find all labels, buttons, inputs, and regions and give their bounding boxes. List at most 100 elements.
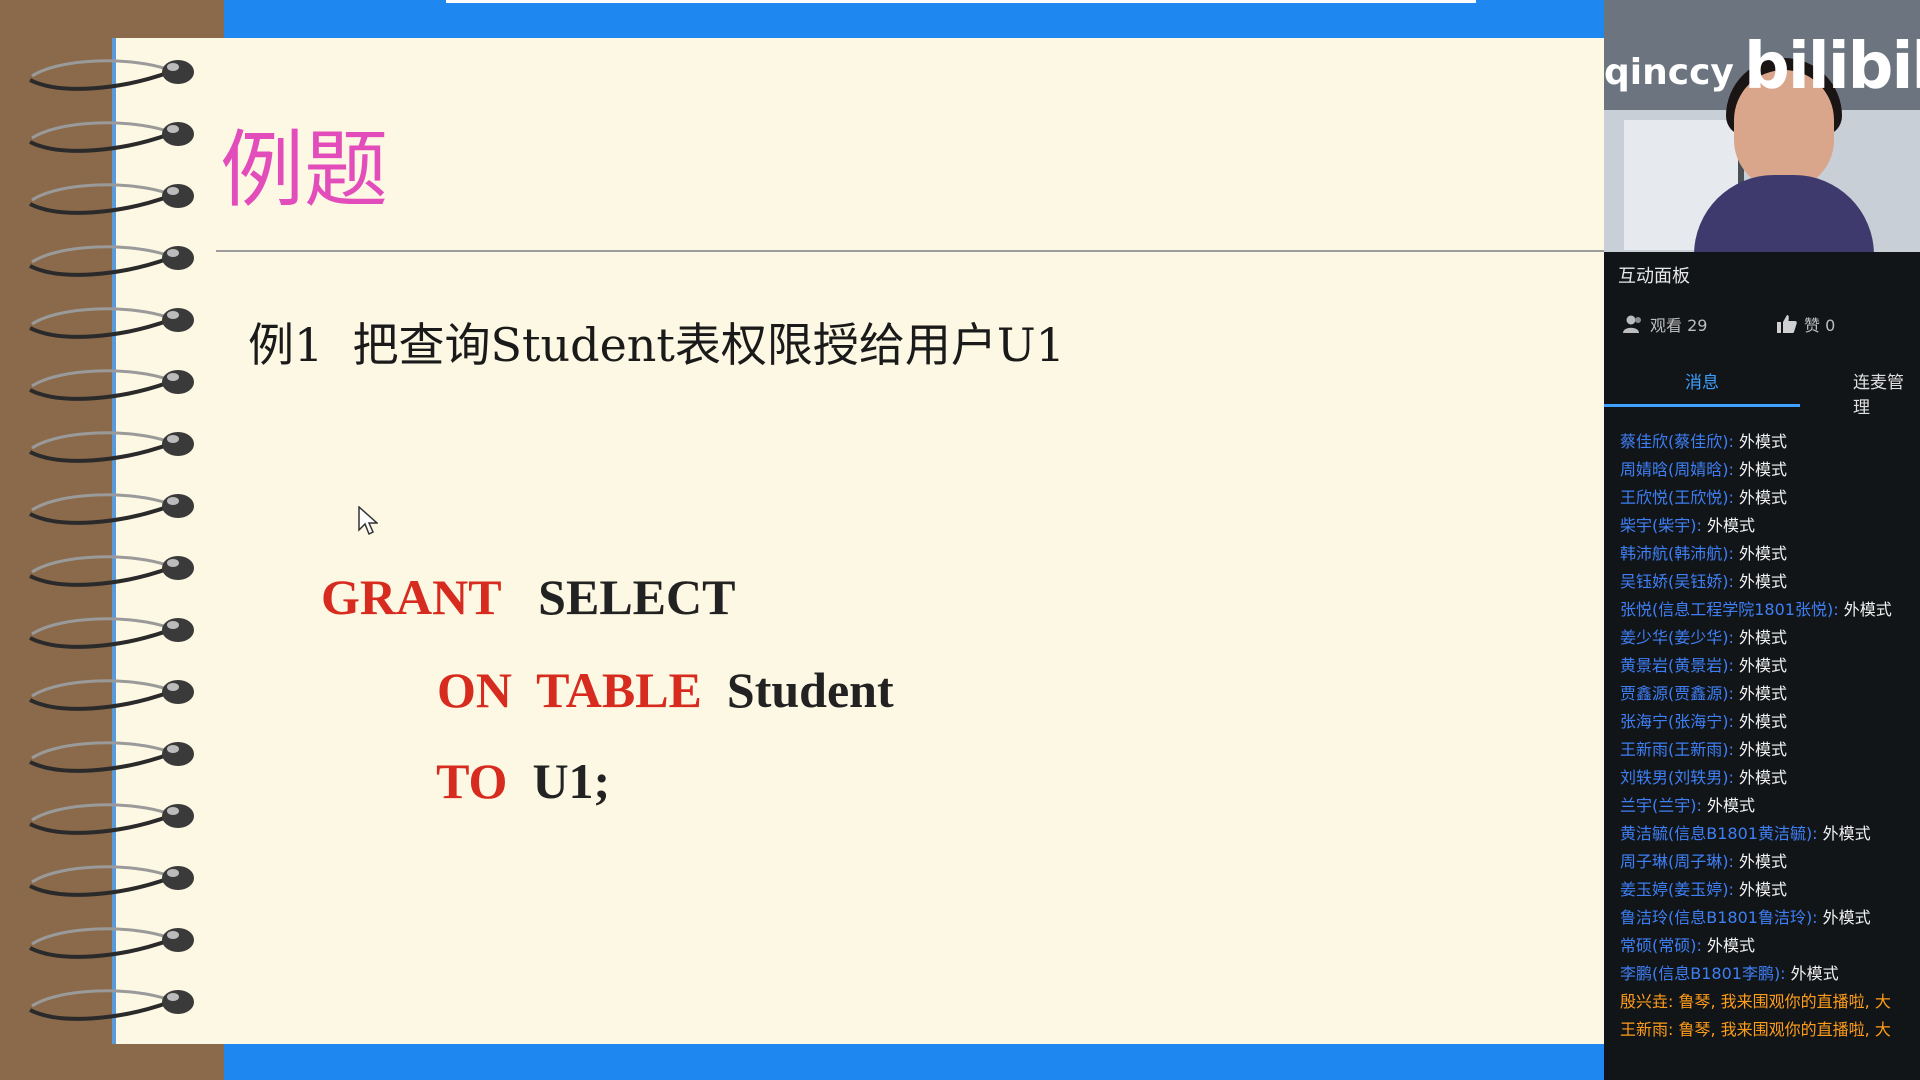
chat-username[interactable]: 柴宇(柴宇): <box>1620 516 1702 535</box>
webcam-feed: qinccy bilibili <box>1604 0 1920 252</box>
sql-keyword-to: TO <box>436 753 508 809</box>
chat-username[interactable]: 王新雨(王新雨): <box>1620 740 1734 759</box>
chat-text: 外模式 <box>1738 712 1787 731</box>
spiral-ring <box>20 670 195 720</box>
viewer-count: 观看 29 <box>1622 312 1707 336</box>
chat-text: 外模式 <box>1738 432 1787 451</box>
spiral-ring <box>20 236 195 286</box>
top-frame <box>224 0 1604 38</box>
chat-message: 常硕(常硕): 外模式 <box>1620 932 1920 960</box>
chat-message: 姜少华(姜少华): 外模式 <box>1620 624 1920 652</box>
sql-line-3: TO U1; <box>412 676 610 816</box>
chat-username[interactable]: 姜少华(姜少华): <box>1620 628 1734 647</box>
spiral-ring <box>20 298 195 348</box>
chat-username[interactable]: 刘轶男(刘轶男): <box>1620 768 1734 787</box>
likes-label: 赞 0 <box>1804 316 1836 335</box>
chat-message: 殷兴垚: 鲁琴, 我来围观你的直播啦, 大 <box>1620 988 1920 1016</box>
chat-text: 外模式 <box>1738 628 1787 647</box>
title-divider <box>216 250 1604 252</box>
chat-message: 韩沛航(韩沛航): 外模式 <box>1620 540 1920 568</box>
spiral-ring <box>20 112 195 162</box>
chat-text: 外模式 <box>1738 768 1787 787</box>
chat-message: 王新雨: 鲁琴, 我来围观你的直播啦, 大 <box>1620 1016 1920 1044</box>
chat-message: 周婧晗(周婧晗): 外模式 <box>1620 456 1920 484</box>
chat-username[interactable]: 鲁洁玲(信息B1801鲁洁玲): <box>1620 908 1818 927</box>
chat-message: 周子琳(周子琳): 外模式 <box>1620 848 1920 876</box>
spiral-ring <box>20 546 195 596</box>
chat-message: 黄洁毓(信息B1801黄洁毓): 外模式 <box>1620 820 1920 848</box>
active-tab-indicator <box>1604 404 1800 407</box>
chat-username[interactable]: 常硕(常硕): <box>1620 936 1702 955</box>
chat-message: 姜玉婷(姜玉婷): 外模式 <box>1620 876 1920 904</box>
chat-text: 外模式 <box>1738 740 1787 759</box>
chat-username[interactable]: 王新雨: <box>1620 1020 1673 1039</box>
tab-messages[interactable]: 消息 <box>1685 368 1719 393</box>
chat-text: 外模式 <box>1822 908 1871 927</box>
chat-text: 外模式 <box>1790 964 1839 983</box>
chat-username[interactable]: 周子琳(周子琳): <box>1620 852 1734 871</box>
chat-message: 刘轶男(刘轶男): 外模式 <box>1620 764 1920 792</box>
spiral-ring <box>20 484 195 534</box>
message-list: 蔡佳欣(蔡佳欣): 外模式 周婧晗(周婧晗): 外模式 王欣悦(王欣悦): 外模式柴… <box>1620 428 1920 1044</box>
spiral-ring <box>20 50 195 100</box>
chat-username[interactable]: 张海宁(张海宁): <box>1620 712 1734 731</box>
chat-text: 外模式 <box>1738 488 1787 507</box>
bottom-frame <box>224 1040 1604 1080</box>
chat-message: 柴宇(柴宇): 外模式 <box>1620 512 1920 540</box>
chat-message: 王欣悦(王欣悦): 外模式 <box>1620 484 1920 512</box>
chat-username[interactable]: 周婧晗(周婧晗): <box>1620 460 1734 479</box>
spiral-ring <box>20 980 195 1030</box>
sql-grantee: U1; <box>532 753 611 809</box>
chat-text: 外模式 <box>1706 796 1755 815</box>
chat-username[interactable]: 贾鑫源(贾鑫源): <box>1620 684 1734 703</box>
viewers-icon <box>1623 315 1641 333</box>
spiral-ring <box>20 856 195 906</box>
chat-text: 外模式 <box>1706 516 1755 535</box>
bilibili-logo: bilibili <box>1744 30 1920 104</box>
tab-mic-management[interactable]: 连麦管理 <box>1853 368 1920 418</box>
chat-username[interactable]: 黄景岩(黄景岩): <box>1620 656 1734 675</box>
spiral-ring <box>20 794 195 844</box>
chat-username[interactable]: 张悦(信息工程学院1801张悦): <box>1620 600 1839 619</box>
chat-message: 张海宁(张海宁): 外模式 <box>1620 708 1920 736</box>
chat-text: 外模式 <box>1738 880 1787 899</box>
chat-username[interactable]: 李鹏(信息B1801李鹏): <box>1620 964 1786 983</box>
chat-username[interactable]: 殷兴垚: <box>1620 992 1673 1011</box>
chat-message: 李鹏(信息B1801李鹏): 外模式 <box>1620 960 1920 988</box>
chat-username[interactable]: 吴钰娇(吴钰娇): <box>1620 572 1734 591</box>
like-button[interactable]: 赞 0 <box>1776 312 1835 336</box>
watermark-username: qinccy <box>1604 52 1734 93</box>
panel-title: 互动面板 <box>1618 266 1690 287</box>
spiral-ring <box>20 174 195 224</box>
viewers-label: 观看 29 <box>1650 316 1708 335</box>
chat-text: 鲁琴, 我来围观你的直播啦, 大 <box>1678 992 1891 1011</box>
spiral-ring <box>20 732 195 782</box>
chat-message: 兰宇(兰宇): 外模式 <box>1620 792 1920 820</box>
chat-text: 外模式 <box>1738 852 1787 871</box>
chat-text: 外模式 <box>1706 936 1755 955</box>
chat-message: 黄景岩(黄景岩): 外模式 <box>1620 652 1920 680</box>
chat-username[interactable]: 兰宇(兰宇): <box>1620 796 1702 815</box>
chat-message: 蔡佳欣(蔡佳欣): 外模式 <box>1620 428 1920 456</box>
mouse-cursor-icon <box>358 506 378 536</box>
chat-text: 外模式 <box>1843 600 1892 619</box>
spiral-ring <box>20 918 195 968</box>
chat-username[interactable]: 王欣悦(王欣悦): <box>1620 488 1734 507</box>
chat-username[interactable]: 姜玉婷(姜玉婷): <box>1620 880 1734 899</box>
spiral-ring <box>20 608 195 658</box>
chat-username[interactable]: 黄洁毓(信息B1801黄洁毓): <box>1620 824 1818 843</box>
chat-message: 张悦(信息工程学院1801张悦): 外模式 <box>1620 596 1920 624</box>
sql-table-name: Student <box>726 662 894 718</box>
chat-message: 贾鑫源(贾鑫源): 外模式 <box>1620 680 1920 708</box>
chat-message: 王新雨(王新雨): 外模式 <box>1620 736 1920 764</box>
chat-message: 吴钰娇(吴钰娇): 外模式 <box>1620 568 1920 596</box>
chat-text: 外模式 <box>1738 684 1787 703</box>
chat-username[interactable]: 韩沛航(韩沛航): <box>1620 544 1734 563</box>
slide-title: 例题 <box>220 121 389 219</box>
chat-text: 外模式 <box>1738 572 1787 591</box>
top-divider <box>446 0 1476 3</box>
chat-text: 外模式 <box>1822 824 1871 843</box>
chat-text: 外模式 <box>1738 656 1787 675</box>
chat-username[interactable]: 蔡佳欣(蔡佳欣): <box>1620 432 1734 451</box>
chat-text: 外模式 <box>1738 544 1787 563</box>
